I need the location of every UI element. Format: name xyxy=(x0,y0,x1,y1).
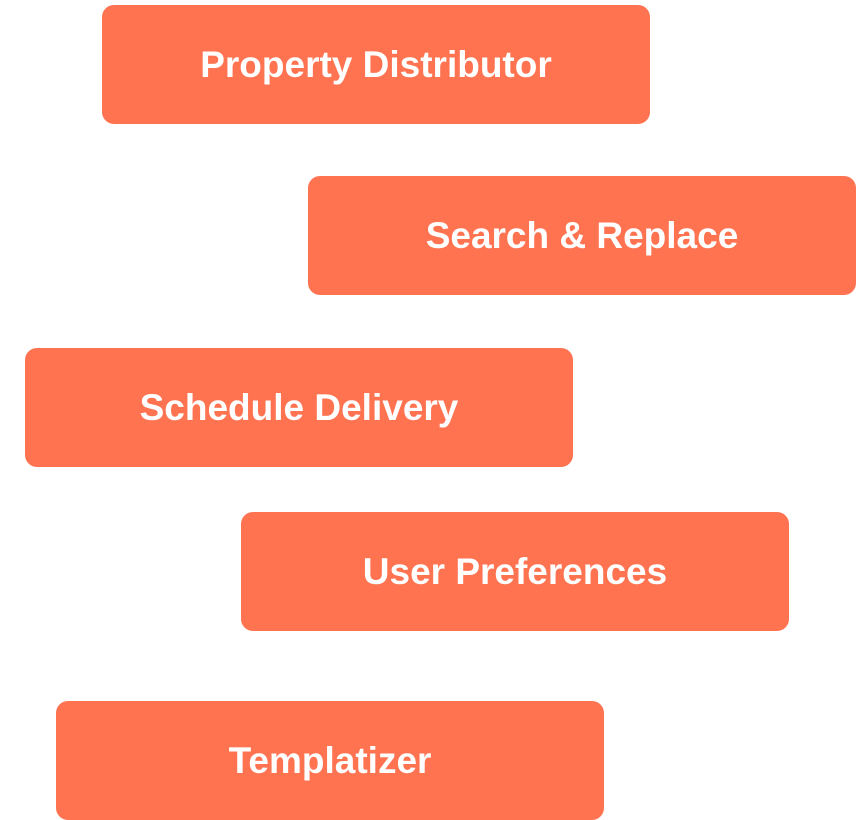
search-replace-button[interactable]: Search & Replace xyxy=(308,176,856,295)
templatizer-button[interactable]: Templatizer xyxy=(56,701,604,820)
schedule-delivery-button[interactable]: Schedule Delivery xyxy=(25,348,573,467)
property-distributor-button[interactable]: Property Distributor xyxy=(102,5,650,124)
user-preferences-button[interactable]: User Preferences xyxy=(241,512,789,631)
